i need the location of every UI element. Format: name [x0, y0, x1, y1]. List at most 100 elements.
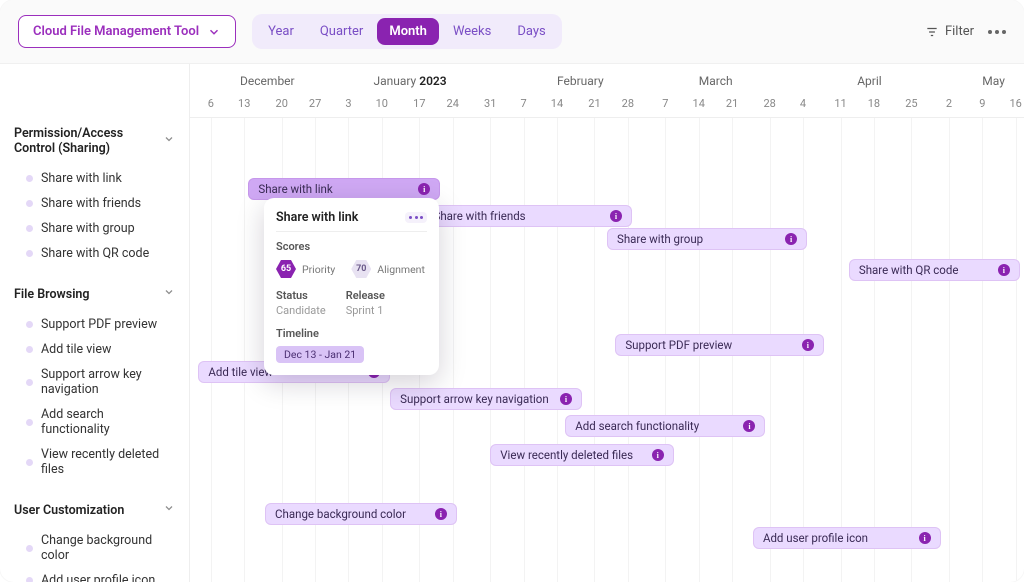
popover-more-menu[interactable]: [405, 212, 427, 223]
month-label: April: [857, 74, 881, 88]
filter-label: Filter: [945, 24, 974, 39]
sidebar-item[interactable]: View recently deleted files: [0, 442, 189, 482]
day-label: 28: [763, 97, 775, 110]
popover-title: Share with link: [276, 210, 358, 225]
alignment-label: Alignment: [377, 263, 425, 276]
timeline: DecemberJanuary 2023FebruaryMarchAprilMa…: [190, 64, 1024, 582]
month-label: December: [240, 74, 295, 88]
day-label: 14: [693, 97, 705, 110]
day-label: 25: [905, 97, 917, 110]
day-label: 27: [309, 97, 321, 110]
release-value: Sprint 1: [346, 304, 385, 317]
status-value: Candidate: [276, 304, 326, 317]
header-bar: Cloud File Management Tool YearQuarterMo…: [0, 0, 1024, 64]
chevron-down-icon: [163, 502, 175, 518]
project-select[interactable]: Cloud File Management Tool: [18, 15, 236, 48]
chevron-down-icon: [163, 133, 175, 149]
group-head[interactable]: File Browsing: [0, 278, 189, 310]
group-title: User Customization: [14, 503, 124, 518]
timeline-bar[interactable]: Support PDF preview: [615, 334, 824, 356]
sidebar-item[interactable]: Support PDF preview: [0, 312, 189, 337]
filter-button[interactable]: Filter: [925, 24, 974, 39]
month-label: January 2023: [373, 74, 446, 88]
group-head[interactable]: Permission/Access Control (Sharing): [0, 118, 189, 164]
month-label: February: [557, 74, 604, 88]
bar-label: Support arrow key navigation: [400, 392, 549, 406]
day-label: 4: [800, 97, 806, 110]
more-menu[interactable]: [988, 30, 1006, 34]
sidebar-item-label: Change background color: [41, 533, 175, 563]
tab-month[interactable]: Month: [377, 18, 439, 45]
info-icon[interactable]: [560, 393, 572, 405]
content: Permission/Access Control (Sharing) Share…: [0, 64, 1024, 582]
bullet-icon: [26, 459, 33, 466]
sidebar-item-label: Support arrow key navigation: [41, 367, 175, 397]
day-label: 24: [447, 97, 459, 110]
timeline-bar[interactable]: Share with friends: [424, 205, 633, 227]
info-icon[interactable]: [652, 449, 664, 461]
tab-weeks[interactable]: Weeks: [441, 18, 503, 45]
day-label: 31: [484, 97, 496, 110]
timeline-bar[interactable]: View recently deleted files: [490, 444, 673, 466]
timeline-bar[interactable]: Change background color: [265, 503, 457, 525]
info-icon[interactable]: [802, 339, 814, 351]
sidebar-item[interactable]: Share with link: [0, 166, 189, 191]
sidebar-item[interactable]: Add user profile icon: [0, 568, 189, 582]
tab-quarter[interactable]: Quarter: [308, 18, 375, 45]
chevron-down-icon: [207, 25, 221, 39]
timeline-bar[interactable]: Share with group: [607, 228, 807, 250]
sidebar: Permission/Access Control (Sharing) Share…: [0, 64, 190, 582]
timeline-bar[interactable]: Share with QR code: [849, 259, 1020, 281]
day-label: 20: [276, 97, 288, 110]
day-label: 18: [868, 97, 880, 110]
info-icon[interactable]: [919, 532, 931, 544]
day-label: 16: [1009, 97, 1021, 110]
timeline-bar[interactable]: Share with link: [248, 178, 440, 200]
filter-icon: [925, 25, 939, 39]
info-icon[interactable]: [785, 233, 797, 245]
sidebar-item[interactable]: Add tile view: [0, 337, 189, 362]
priority-score: 65 Priority: [276, 259, 335, 279]
sidebar-item-label: Add search functionality: [41, 407, 175, 437]
bar-label: Share with group: [617, 232, 703, 246]
sidebar-item-label: Add user profile icon: [41, 573, 155, 582]
day-label: 28: [622, 97, 634, 110]
tab-year[interactable]: Year: [256, 18, 306, 45]
group-head[interactable]: User Customization: [0, 494, 189, 526]
bullet-icon: [26, 200, 33, 207]
info-icon[interactable]: [743, 420, 755, 432]
info-icon[interactable]: [435, 508, 447, 520]
month-label: May: [982, 74, 1005, 88]
group-title: Permission/Access Control (Sharing): [14, 126, 163, 156]
release-label: Release: [346, 289, 385, 302]
month-row: DecemberJanuary 2023FebruaryMarchAprilMa…: [190, 74, 1024, 92]
timeline-bar[interactable]: Support arrow key navigation: [390, 388, 582, 410]
sidebar-item[interactable]: Support arrow key navigation: [0, 362, 189, 402]
divider: [276, 231, 427, 232]
status-label: Status: [276, 289, 326, 302]
info-icon[interactable]: [418, 183, 430, 195]
sidebar-item-label: Share with group: [41, 221, 135, 236]
sidebar-item[interactable]: Change background color: [0, 528, 189, 568]
tab-days[interactable]: Days: [505, 18, 557, 45]
info-icon[interactable]: [998, 264, 1010, 276]
timeline-bar[interactable]: Add user profile icon: [753, 527, 941, 549]
sidebar-item[interactable]: Share with QR code: [0, 241, 189, 266]
bullet-icon: [26, 250, 33, 257]
project-name: Cloud File Management Tool: [33, 24, 199, 39]
info-icon[interactable]: [610, 210, 622, 222]
day-label: 9: [979, 97, 985, 110]
days-row: 6132027310172431714212871421284111825291…: [190, 97, 1024, 111]
timeline-header: DecemberJanuary 2023FebruaryMarchAprilMa…: [190, 64, 1024, 118]
bar-label: Change background color: [275, 507, 406, 521]
alignment-score: 70 Alignment: [351, 259, 425, 279]
chevron-down-icon: [163, 286, 175, 302]
bullet-icon: [26, 545, 33, 552]
day-label: 21: [588, 97, 600, 110]
sidebar-item[interactable]: Add search functionality: [0, 402, 189, 442]
timeline-label: Timeline: [276, 327, 427, 340]
timeline-bar[interactable]: Add search functionality: [565, 415, 765, 437]
sidebar-item[interactable]: Share with friends: [0, 191, 189, 216]
sidebar-item[interactable]: Share with group: [0, 216, 189, 241]
bullet-icon: [26, 419, 33, 426]
